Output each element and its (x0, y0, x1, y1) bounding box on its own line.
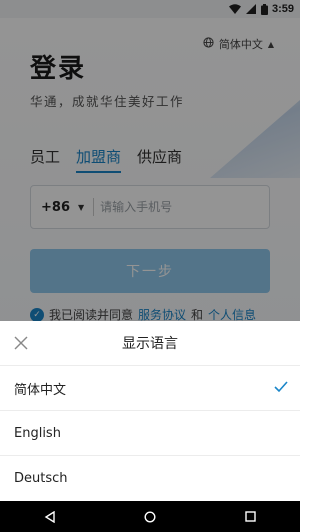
language-sheet: 显示语言 简体中文 English Deutsch (0, 321, 300, 501)
language-option-label: Deutsch (14, 471, 68, 486)
language-option-zh[interactable]: 简体中文 (0, 366, 300, 411)
back-icon[interactable] (44, 510, 56, 523)
language-option-label: 简体中文 (14, 382, 67, 398)
sheet-header: 显示语言 (0, 321, 300, 366)
sheet-title: 显示语言 (122, 336, 178, 352)
home-icon[interactable] (144, 510, 156, 523)
language-option-en[interactable]: English (0, 411, 300, 456)
close-icon[interactable] (12, 334, 30, 352)
language-option-de[interactable]: Deutsch (0, 456, 300, 501)
navigation-bar (0, 501, 300, 532)
checkmark-icon (274, 381, 288, 397)
language-option-label: English (14, 425, 61, 441)
recents-icon[interactable] (245, 511, 256, 522)
